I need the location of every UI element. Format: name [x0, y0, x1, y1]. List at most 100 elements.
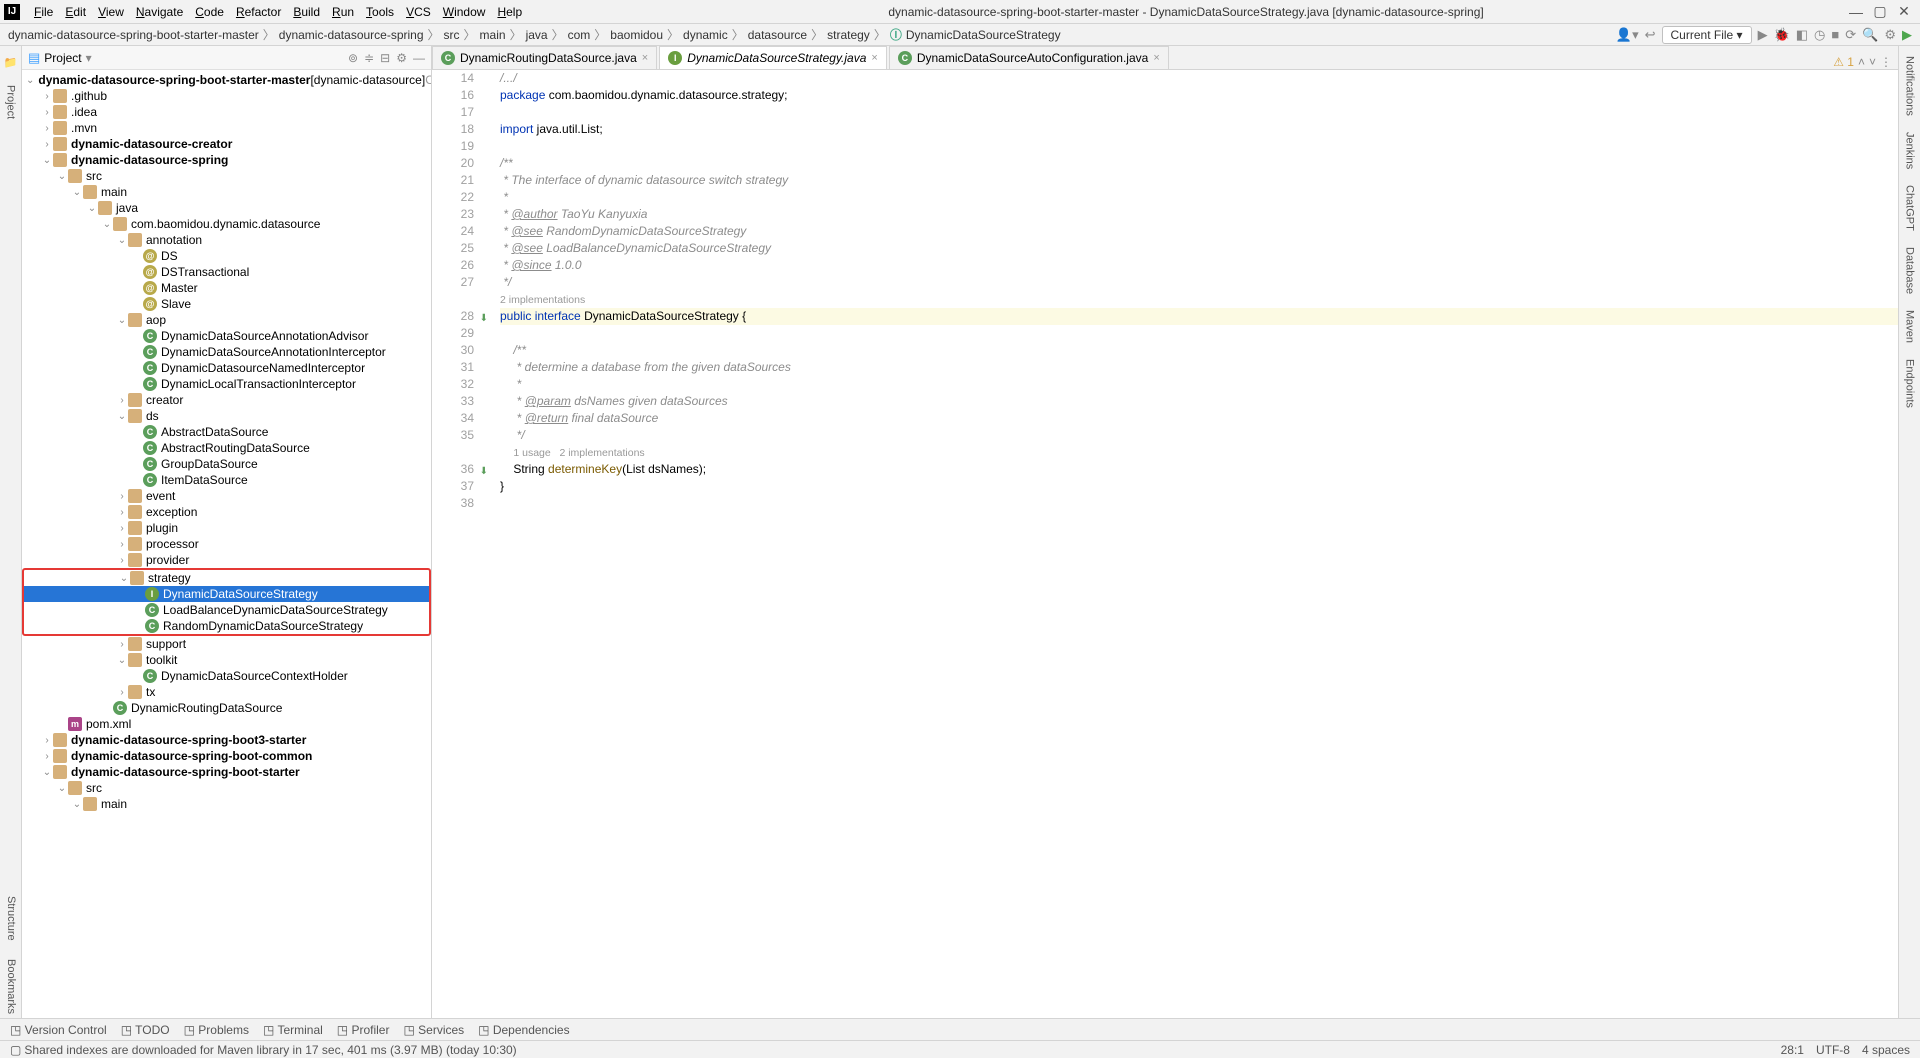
warning-icon[interactable]: ⚠ 1: [1833, 55, 1854, 69]
tree-item[interactable]: creator: [22, 392, 431, 408]
menu-view[interactable]: View: [92, 5, 130, 19]
tree-item[interactable]: main: [22, 184, 431, 200]
tree-item[interactable]: tx: [22, 684, 431, 700]
tool-database[interactable]: Database: [1904, 243, 1916, 298]
collapse-icon[interactable]: ⊟: [380, 51, 390, 65]
tree-item[interactable]: @Slave: [22, 296, 431, 312]
tree-item[interactable]: mpom.xml: [22, 716, 431, 732]
bottom-version-control[interactable]: ◳ Version Control: [10, 1023, 107, 1037]
project-view-label[interactable]: Project: [44, 51, 81, 65]
tree-item[interactable]: dynamic-datasource-spring: [22, 152, 431, 168]
menu-help[interactable]: Help: [491, 5, 528, 19]
breadcrumb-part[interactable]: DynamicDataSourceStrategy: [906, 28, 1061, 42]
tree-item[interactable]: CDynamicDataSourceAnnotationInterceptor: [22, 344, 431, 360]
tool-chatgpt[interactable]: ChatGPT: [1904, 181, 1916, 235]
tree-item[interactable]: annotation: [22, 232, 431, 248]
hide-icon[interactable]: —: [413, 51, 425, 65]
tree-item[interactable]: CDynamicDataSourceAnnotationAdvisor: [22, 328, 431, 344]
tree-item[interactable]: processor: [22, 536, 431, 552]
bottom-dependencies[interactable]: ◳ Dependencies: [478, 1023, 569, 1037]
tree-item[interactable]: ds: [22, 408, 431, 424]
menu-file[interactable]: File: [28, 5, 59, 19]
tree-item[interactable]: src: [22, 168, 431, 184]
tool-maven[interactable]: Maven: [1904, 306, 1916, 347]
tree-item[interactable]: dynamic-datasource-spring-boot3-starter: [22, 732, 431, 748]
tree-item[interactable]: toolkit: [22, 652, 431, 668]
minimize-button[interactable]: —: [1844, 4, 1868, 20]
tree-item[interactable]: .github: [22, 88, 431, 104]
breadcrumb-part[interactable]: com: [568, 28, 591, 42]
editor-tab[interactable]: CDynamicDataSourceAutoConfiguration.java…: [889, 46, 1169, 69]
tree-item[interactable]: src: [22, 780, 431, 796]
tool-notifications[interactable]: Notifications: [1904, 52, 1916, 120]
close-button[interactable]: ✕: [1892, 3, 1916, 20]
bottom-todo[interactable]: ◳ TODO: [121, 1023, 170, 1037]
breadcrumb-part[interactable]: dynamic-datasource-spring-boot-starter-m…: [8, 28, 259, 42]
settings-icon[interactable]: ⚙: [1884, 27, 1896, 43]
profile-button[interactable]: ◷: [1814, 27, 1825, 43]
editor-tab[interactable]: IDynamicDataSourceStrategy.java×: [659, 46, 887, 69]
stop-button[interactable]: ■: [1831, 27, 1839, 42]
tree-item[interactable]: dynamic-datasource-spring-boot-starter: [22, 764, 431, 780]
tree-item[interactable]: aop: [22, 312, 431, 328]
tree-item[interactable]: CAbstractDataSource: [22, 424, 431, 440]
tree-item[interactable]: java: [22, 200, 431, 216]
project-tool-button[interactable]: 📁: [4, 52, 18, 73]
user-icon[interactable]: 👤▾: [1616, 27, 1639, 43]
tree-item[interactable]: com.baomidou.dynamic.datasource: [22, 216, 431, 232]
run-arrow-icon[interactable]: ▶: [1902, 27, 1912, 43]
bottom-profiler[interactable]: ◳ Profiler: [337, 1023, 390, 1037]
bottom-services[interactable]: ◳ Services: [403, 1023, 464, 1037]
search-icon[interactable]: 🔍: [1862, 27, 1878, 43]
tree-item[interactable]: .idea: [22, 104, 431, 120]
tree-item[interactable]: @DS: [22, 248, 431, 264]
debug-button[interactable]: 🐞: [1774, 27, 1790, 43]
tree-item[interactable]: dynamic-datasource-spring-boot-common: [22, 748, 431, 764]
menu-navigate[interactable]: Navigate: [130, 5, 189, 19]
tree-item[interactable]: CRandomDynamicDataSourceStrategy: [24, 618, 429, 634]
tree-item[interactable]: CGroupDataSource: [22, 456, 431, 472]
bottom-terminal[interactable]: ◳ Terminal: [263, 1023, 323, 1037]
breadcrumb-part[interactable]: dynamic-datasource-spring: [279, 28, 424, 42]
project-label[interactable]: Project: [5, 81, 17, 123]
menu-tools[interactable]: Tools: [360, 5, 400, 19]
tree-item[interactable]: CLoadBalanceDynamicDataSourceStrategy: [24, 602, 429, 618]
more-icon[interactable]: ⋮: [1880, 55, 1892, 69]
tree-item[interactable]: strategy: [24, 570, 429, 586]
tree-item[interactable]: support: [22, 636, 431, 652]
status-info[interactable]: 4 spaces: [1862, 1043, 1910, 1057]
tool-bookmarks[interactable]: Bookmarks: [5, 955, 17, 1018]
down-icon[interactable]: ˅: [1869, 55, 1876, 69]
breadcrumb-part[interactable]: java: [526, 28, 548, 42]
status-info[interactable]: 28:1: [1781, 1043, 1804, 1057]
tree-item[interactable]: CItemDataSource: [22, 472, 431, 488]
code-editor[interactable]: 1416171819202122232425262728⬇29303132333…: [432, 70, 1898, 1018]
tree-item[interactable]: CDynamicLocalTransactionInterceptor: [22, 376, 431, 392]
breadcrumb-part[interactable]: baomidou: [610, 28, 663, 42]
tree-item[interactable]: CDynamicDataSourceContextHolder: [22, 668, 431, 684]
update-button[interactable]: ⟳: [1845, 27, 1856, 43]
tree-item[interactable]: CDynamicRoutingDataSource: [22, 700, 431, 716]
tree-item[interactable]: exception: [22, 504, 431, 520]
menu-refactor[interactable]: Refactor: [230, 5, 287, 19]
tree-item[interactable]: main: [22, 796, 431, 812]
menu-run[interactable]: Run: [326, 5, 360, 19]
close-tab-icon[interactable]: ×: [871, 52, 877, 64]
editor-tab[interactable]: CDynamicRoutingDataSource.java×: [432, 46, 657, 69]
code-body[interactable]: /.../package com.baomidou.dynamic.dataso…: [482, 70, 1898, 1018]
tree-item[interactable]: plugin: [22, 520, 431, 536]
run-scope-selector[interactable]: Current File ▾: [1662, 26, 1752, 44]
tool-endpoints[interactable]: Endpoints: [1904, 355, 1916, 412]
menu-build[interactable]: Build: [287, 5, 326, 19]
settings-icon[interactable]: ⚙: [396, 51, 407, 65]
project-tree[interactable]: dynamic-datasource-spring-boot-starter-m…: [22, 70, 431, 1018]
breadcrumb-part[interactable]: src: [444, 28, 460, 42]
up-icon[interactable]: ˄: [1858, 55, 1865, 69]
status-info[interactable]: UTF-8: [1816, 1043, 1850, 1057]
menu-edit[interactable]: Edit: [59, 5, 92, 19]
breadcrumb-part[interactable]: datasource: [748, 28, 807, 42]
locate-icon[interactable]: ⊚: [348, 51, 358, 65]
breadcrumb-part[interactable]: main: [480, 28, 506, 42]
tree-item[interactable]: @Master: [22, 280, 431, 296]
tree-item[interactable]: provider: [22, 552, 431, 568]
